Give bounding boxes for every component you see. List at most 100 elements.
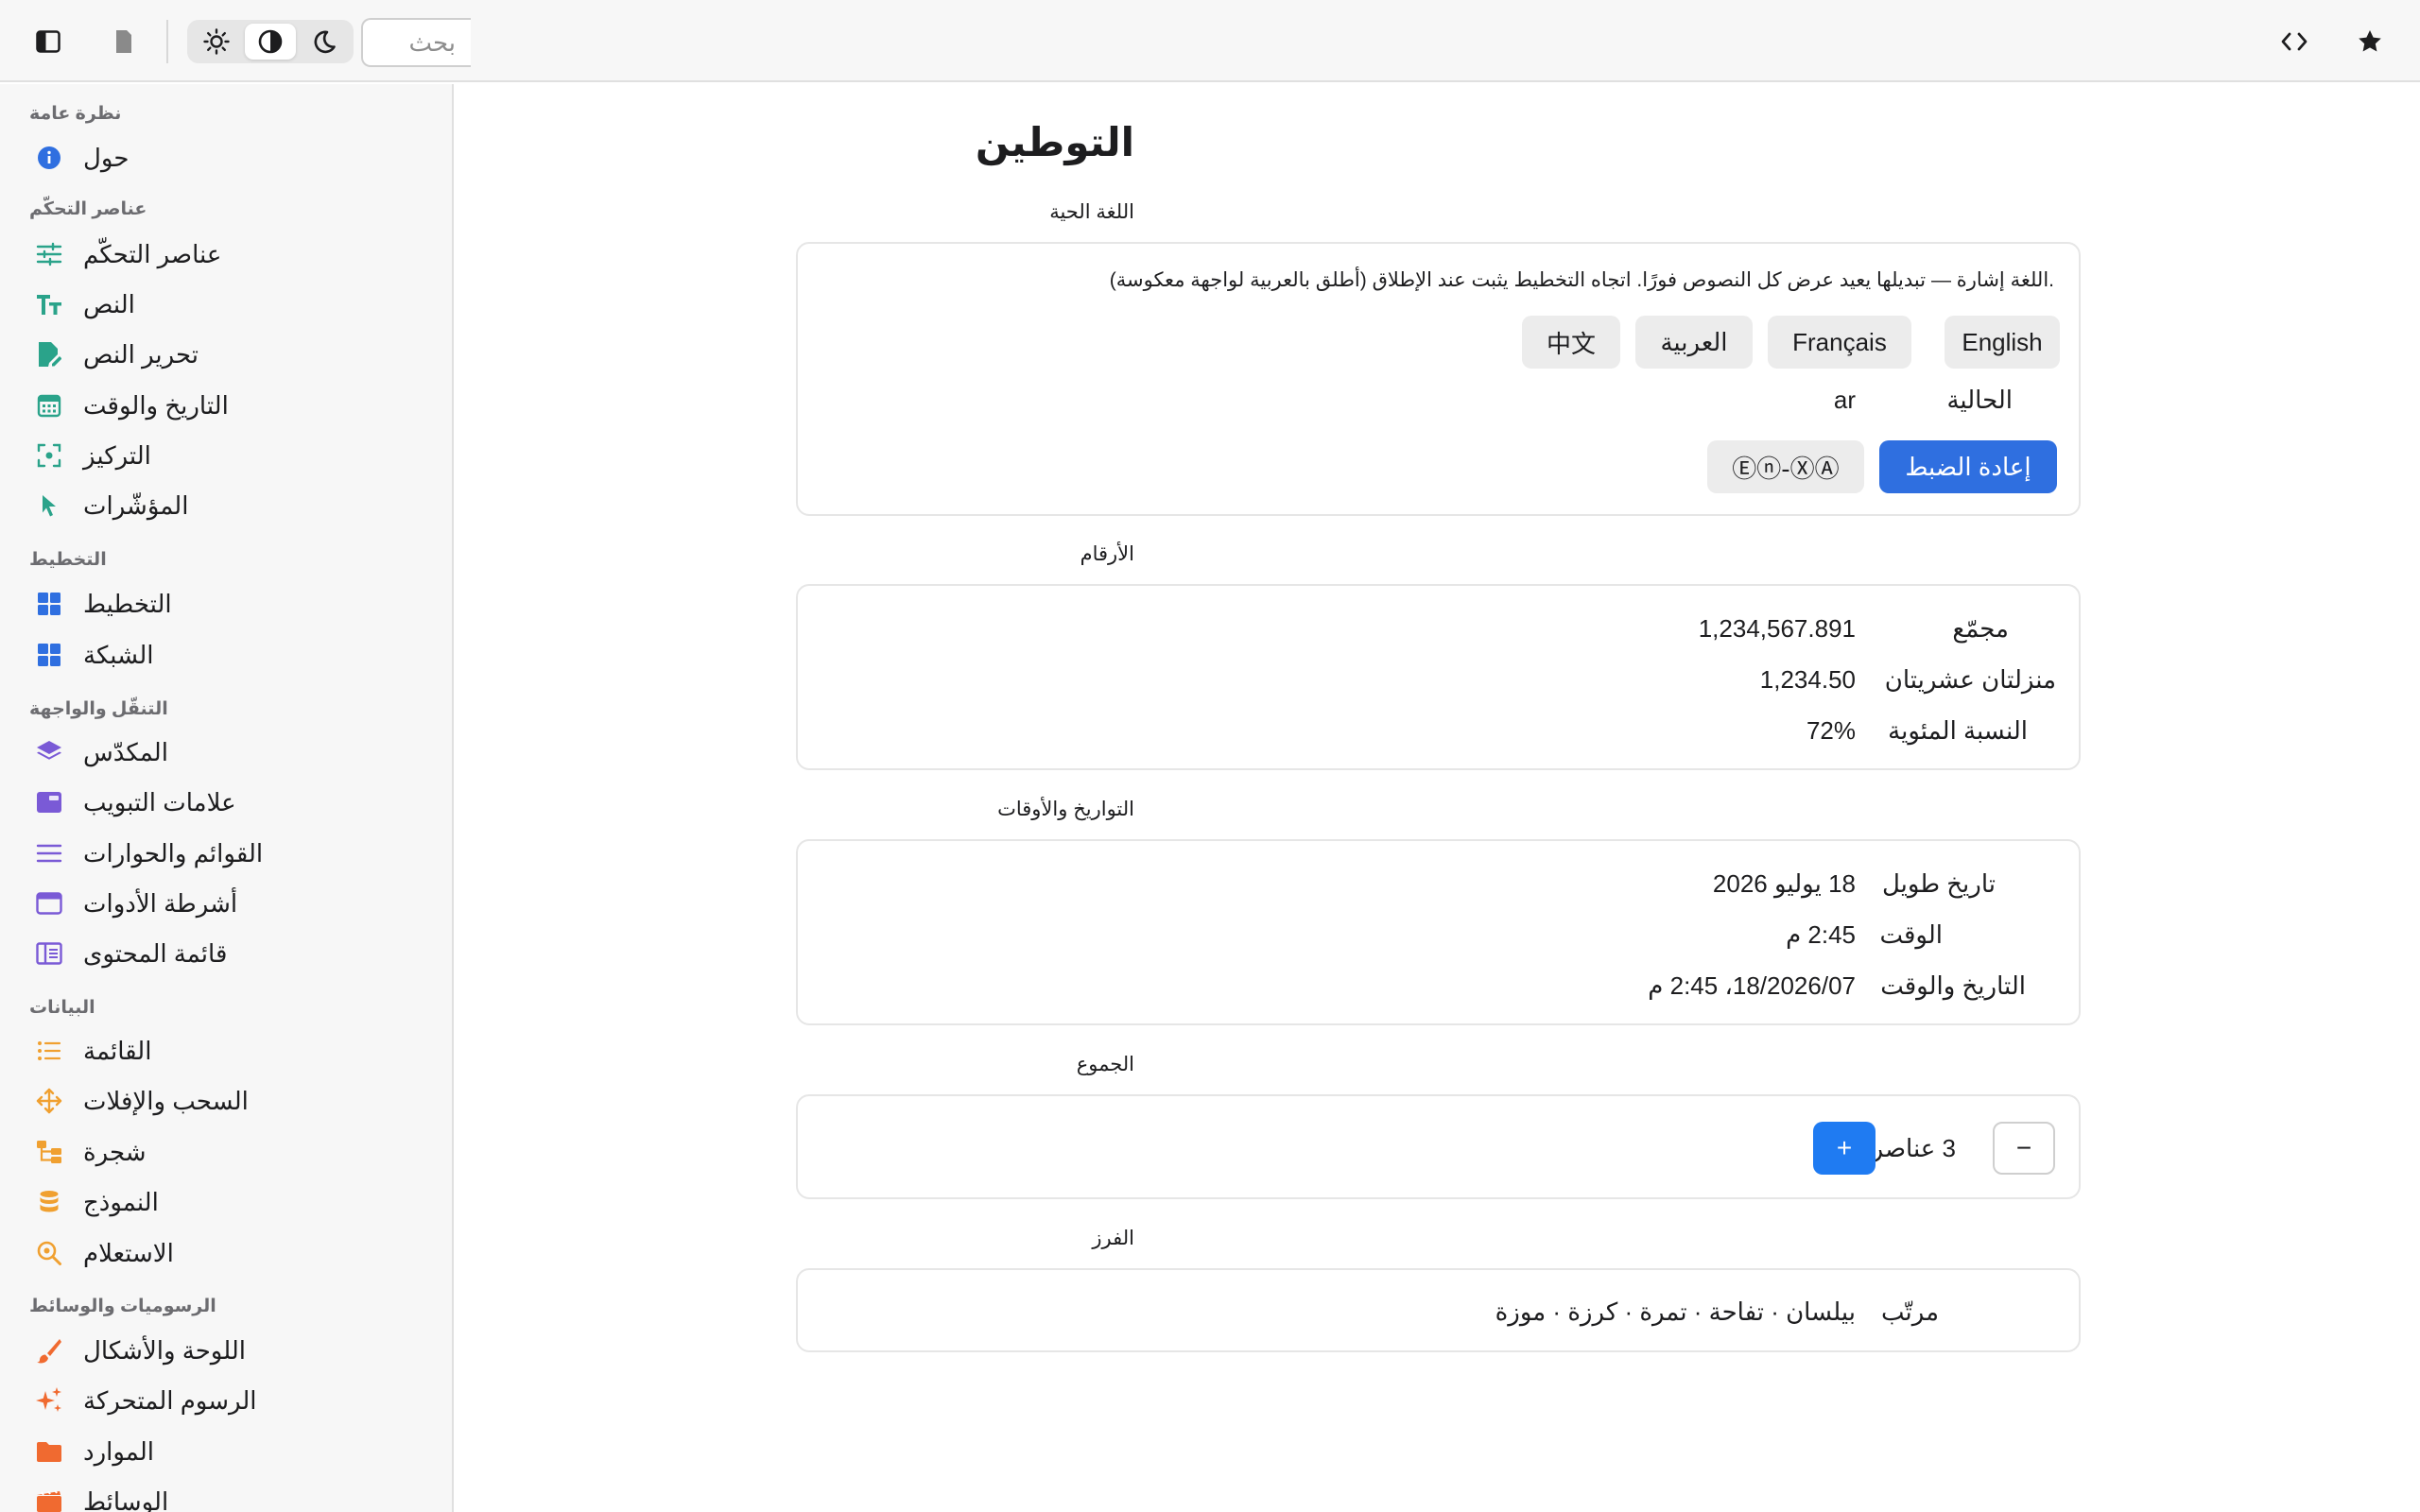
section-label-dates: التواريخ والأوقات [997,799,1134,820]
sun-icon [203,28,230,55]
list-icon [23,1028,76,1074]
sidebar-item-label: النموذج [83,1187,159,1216]
sidebar-item-label: المكدّس [83,737,168,766]
sidebar-toggle-button[interactable] [19,20,78,63]
sidebar-item-layout[interactable]: التخطيط [23,581,429,627]
section-label-numbers: الأرقام [1080,543,1134,565]
sidebar-item-label: القائمة [83,1036,152,1065]
decrement-button[interactable]: − [1993,1122,2055,1175]
sidebar-item-label: أشرطة الأدوات [83,888,238,918]
sidebar-item-grid[interactable]: الشبكة [23,632,429,678]
sidebar-item-label: الوسائط [83,1486,169,1512]
pointer-icon [23,483,76,528]
document-button[interactable] [95,20,153,63]
sidebar-item-label: اللوحة والأشكال [83,1335,246,1365]
sidebar-item-pointers[interactable]: المؤشّرات [23,483,429,528]
sidebar-item-drag-drop[interactable]: السحب والإفلات [23,1078,429,1124]
menu-icon [23,831,76,876]
focus-icon [23,433,76,478]
sidebar-item-label: عناصر التحكّم [83,239,222,268]
date-row-key: الوقت [1879,920,1943,949]
sidebar-section-title: عناصر التحكّم [29,199,147,219]
code-button[interactable] [2265,20,2324,63]
sidebar-section-title: الرسوميات والوسائط [29,1297,216,1316]
sidebar-item-animations[interactable]: الرسوم المتحركة [23,1378,429,1423]
layout-grid-icon [23,581,76,627]
sidebar-item-label: الرسوم المتحركة [83,1385,257,1415]
sidebar-item-label: التخطيط [83,589,172,618]
sidebar-item-menus-dialogs[interactable]: القوائم والحوارات [23,831,429,876]
number-row-key: مجمّع [1952,614,2009,643]
sidebar-item-text[interactable]: النص [23,282,429,327]
sidebar-item-content-list[interactable]: قائمة المحتوى [23,931,429,976]
increment-button[interactable]: + [1813,1122,1876,1175]
language-english-button[interactable]: English [1945,316,2060,369]
sidebar-item-focus[interactable]: التركيز [23,433,429,478]
sidebar-item-tree[interactable]: شجرة [23,1129,429,1175]
sidebar-item-date-time[interactable]: التاريخ والوقت [23,383,429,428]
search-input[interactable] [361,18,471,67]
sliders-icon [23,232,76,277]
pseudo-locale-button[interactable]: Ⓔⓝ-ⓍⒶ [1707,440,1864,493]
sidebar-item-label: النص [83,289,135,318]
language-arabic-button[interactable]: العربية [1635,316,1753,369]
sidebar-item-canvas-shapes[interactable]: اللوحة والأشكال [23,1328,429,1373]
numbers-card: مجمّع 1,234,567.891 منزلتان عشريتان 1,23… [796,584,2081,770]
sidebar-item-list[interactable]: القائمة [23,1028,429,1074]
grid-icon [23,632,76,678]
sidebar-item-tabs[interactable]: علامات التبويب [23,780,429,825]
date-row-key: التاريخ والوقت [1880,971,2026,1000]
film-icon [23,1479,76,1512]
sidebar-item-resources[interactable]: الموارد [23,1429,429,1474]
theme-dark-option[interactable] [299,24,350,60]
sidebar-item-label: الشبكة [83,640,154,669]
info-icon [23,135,76,180]
reset-button[interactable]: إعادة الضبط [1879,440,2057,493]
language-french-button[interactable]: Français [1768,316,1911,369]
sidebar: نظرة عامة حول عناصر التحكّم عناصر التحكّ… [0,84,454,1512]
number-row-key: منزلتان عشريتان [1884,665,2056,694]
sidebar-item-toolbars[interactable]: أشرطة الأدوات [23,881,429,926]
section-label-sorting: الفرز [1092,1228,1134,1249]
sidebar-item-label: السحب والإفلات [83,1086,249,1115]
sidebar-item-label: قائمة المحتوى [83,938,228,968]
section-label-live-language: اللغة الحية [1049,201,1134,223]
sidebar-toggle-icon [36,30,60,53]
sidebar-item-text-editing[interactable]: تحرير النص [23,332,429,377]
toolbar-window-icon [23,881,76,926]
sidebar-item-label: التاريخ والوقت [83,390,229,420]
sidebar-item-stack[interactable]: المكدّس [23,730,429,775]
sidebar-item-controls[interactable]: عناصر التحكّم [23,232,429,277]
theme-light-option[interactable] [191,24,242,60]
sorting-card: مرتّب بيلسان · تفاحة · تمرة · كرزة · موز… [796,1268,2081,1352]
sidebar-item-label: الموارد [83,1436,154,1466]
stack-icon [23,730,76,775]
sidebar-item-label: تحرير النص [83,339,199,369]
page-title: التوطين [975,120,1134,164]
number-row-value: 1,234.50 [1759,665,1856,694]
sorted-label: مرتّب [1880,1297,1939,1326]
dates-card: تاريخ طويل 18 يوليو 2026 الوقت 2:45 م ال… [796,839,2081,1025]
move-icon [23,1078,76,1124]
moon-icon [314,30,336,54]
toolbar-divider [166,20,168,63]
number-row-key: النسبة المئوية [1888,716,2028,745]
theme-auto-option[interactable] [245,24,296,60]
sidebar-item-model[interactable]: النموذج [23,1179,429,1225]
sidebar-section-title: التخطيط [29,550,107,570]
sidebar-item-about[interactable]: حول [23,135,429,180]
section-label-plurals: الجموع [1076,1054,1134,1075]
number-row-value: 1,234,567.891 [1698,614,1856,643]
favorite-button[interactable] [2341,20,2399,63]
sidebar-item-label: التركيز [83,440,151,470]
star-icon [2359,30,2381,52]
tabs-icon [23,780,76,825]
brush-icon [23,1328,76,1373]
live-language-card: .اللغة إشارة — تبديلها يعيد عرض كل النصو… [796,242,2081,516]
sidebar-item-query[interactable]: الاستعلام [23,1230,429,1276]
sidebar-item-media[interactable]: الوسائط [23,1479,429,1512]
language-chinese-button[interactable]: 中文 [1522,316,1620,369]
number-row-value: 72% [1806,716,1856,745]
sidebar-item-label: حول [83,143,130,172]
item-count-text: 3 عناصر [1871,1134,1956,1162]
